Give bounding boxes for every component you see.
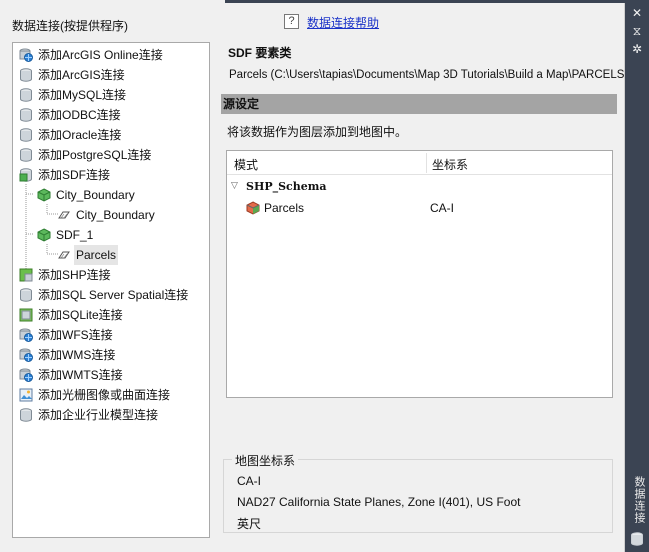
column-separator[interactable]: [426, 153, 427, 173]
schema-name: SHP_Schema: [246, 180, 327, 193]
raster-icon: [19, 388, 33, 402]
close-icon[interactable]: ✕: [625, 4, 649, 22]
map-cs-unit: 英尺: [237, 517, 262, 531]
tree-item-label: 添加WFS连接: [38, 328, 113, 342]
tree-item-shp[interactable]: 添加SHP连接: [19, 265, 209, 285]
settings-icon[interactable]: ✲: [625, 40, 649, 58]
palette-title-vertical: 数据连接: [633, 476, 645, 524]
tree-item-city-boundary-connection[interactable]: City_Boundary: [37, 185, 207, 205]
tree-item-enterprise-model[interactable]: 添加企业行业模型连接: [19, 405, 209, 425]
layer-cube-icon: [246, 201, 260, 215]
tree-item-sqlite[interactable]: 添加SQLite连接: [19, 305, 209, 325]
map-coordinate-system-group: 地图坐标系 CA-I NAD27 California State Planes…: [223, 452, 613, 533]
panel-title: 数据连接(按提供程序): [12, 19, 128, 33]
shp-icon: [19, 268, 33, 282]
data-connect-panel: 数据连接(按提供程序) ? 数据连接帮助 添加ArcGIS Online连接 添…: [0, 0, 625, 552]
tree-item-label: 添加SQLite连接: [38, 308, 123, 322]
tree-item-label: 添加光栅图像或曲面连接: [38, 388, 171, 402]
source-settings-bar: 源设定: [221, 94, 617, 114]
tree-item-label: 添加SQL Server Spatial连接: [38, 288, 189, 302]
column-header-schema[interactable]: 模式: [234, 156, 258, 173]
sqlite-icon: [19, 308, 33, 322]
database-icon: [631, 532, 643, 546]
tree-item-label: 添加企业行业模型连接: [38, 408, 159, 422]
database-icon: [20, 408, 32, 422]
tree-item-wmts[interactable]: 添加WMTS连接: [19, 365, 209, 385]
tree-item-sdf1-connection[interactable]: SDF_1: [37, 225, 207, 245]
tree-item-label: City_Boundary: [56, 188, 135, 202]
source-description: 将该数据作为图层添加到地图中。: [227, 125, 408, 139]
tree-item-label: 添加WMS连接: [38, 348, 116, 362]
tree-item-label: SDF_1: [56, 228, 94, 242]
feature-coordinate-system[interactable]: CA-I: [430, 201, 454, 215]
globe-db-icon: [19, 328, 33, 342]
globe-db-icon: [19, 368, 33, 382]
tree-item-wfs[interactable]: 添加WFS连接: [19, 325, 209, 345]
tree-item-raster[interactable]: 添加光栅图像或曲面连接: [19, 385, 209, 405]
polygon-icon: [58, 251, 70, 259]
globe-db-icon: [19, 348, 33, 362]
help-link[interactable]: 数据连接帮助: [307, 14, 379, 31]
title-strip: [225, 0, 625, 3]
grid-header: 模式 坐标系: [227, 151, 612, 175]
feature-class-heading: SDF 要素类: [228, 46, 292, 60]
help-icon[interactable]: ?: [284, 14, 299, 29]
database-icon: [20, 288, 32, 302]
schema-grid[interactable]: 模式 坐标系 ▽ SHP_Schema Parcels CA-I: [226, 150, 613, 398]
map-cs-description: NAD27 California State Planes, Zone I(40…: [237, 495, 521, 509]
tree-item-wms[interactable]: 添加WMS连接: [19, 345, 209, 365]
feature-name[interactable]: Parcels: [264, 201, 304, 215]
pin-icon[interactable]: ⧖: [625, 22, 649, 40]
tree-item-sql-server-spatial[interactable]: 添加SQL Server Spatial连接: [19, 285, 209, 305]
tree-item-label: 添加SHP连接: [38, 268, 111, 282]
collapse-triangle-icon[interactable]: ▽: [231, 180, 238, 191]
tree-item-label: 添加WMTS连接: [38, 368, 123, 382]
tree-item-parcels[interactable]: Parcels: [57, 245, 207, 265]
tree-item-label: City_Boundary: [76, 208, 155, 222]
polygon-icon: [58, 211, 70, 219]
cube-icon: [37, 188, 51, 202]
cube-icon: [37, 228, 51, 242]
column-header-coordinate-system[interactable]: 坐标系: [432, 156, 468, 173]
feature-class-path: Parcels (C:\Users\tapias\Documents\Map 3…: [229, 69, 624, 81]
provider-tree[interactable]: 添加ArcGIS Online连接 添加ArcGIS连接 添加MySQL连接 添…: [12, 42, 210, 538]
map-cs-code: CA-I: [237, 474, 261, 488]
tree-item-label: Parcels: [74, 245, 119, 265]
map-cs-legend: 地图坐标系: [232, 452, 299, 469]
tree-item-city-boundary-featureclass[interactable]: City_Boundary: [57, 205, 207, 225]
palette-side-strip: ✕ ⧖ ✲ 数据连接: [625, 0, 649, 552]
